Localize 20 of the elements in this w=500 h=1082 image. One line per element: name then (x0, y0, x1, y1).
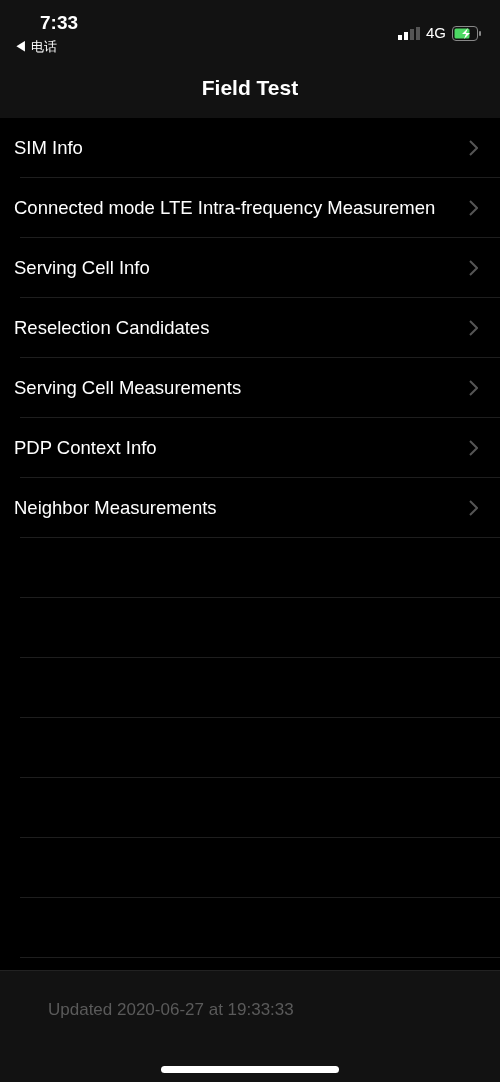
updated-text: Updated 2020-06-27 at 19:33:33 (48, 999, 294, 1021)
chevron-right-icon (469, 380, 478, 396)
chevron-right-icon (469, 140, 478, 156)
list-row[interactable]: Serving Cell Measurements (0, 358, 500, 418)
network-type: 4G (426, 23, 446, 43)
chevron-right-icon (469, 320, 478, 336)
list-row[interactable]: Neighbor Measurements (0, 478, 500, 538)
signal-icon (398, 26, 420, 40)
chevron-right-icon (469, 200, 478, 216)
page-title: Field Test (201, 75, 299, 101)
back-to-app-link[interactable]: ◀ 电话 (14, 37, 57, 57)
list-row[interactable]: Serving Cell Info (0, 238, 500, 298)
list-row[interactable]: Reselection Candidates (0, 298, 500, 358)
status-time: 7:33 (40, 11, 79, 35)
list-row[interactable]: SIM Info (0, 118, 500, 178)
list-row[interactable]: PDP Context Info (0, 418, 500, 478)
list-row[interactable]: Connected mode LTE Intra-frequency Measuremen (0, 178, 500, 238)
chevron-right-icon (469, 440, 478, 456)
chevron-right-icon (469, 500, 478, 516)
chevron-right-icon (469, 260, 478, 276)
